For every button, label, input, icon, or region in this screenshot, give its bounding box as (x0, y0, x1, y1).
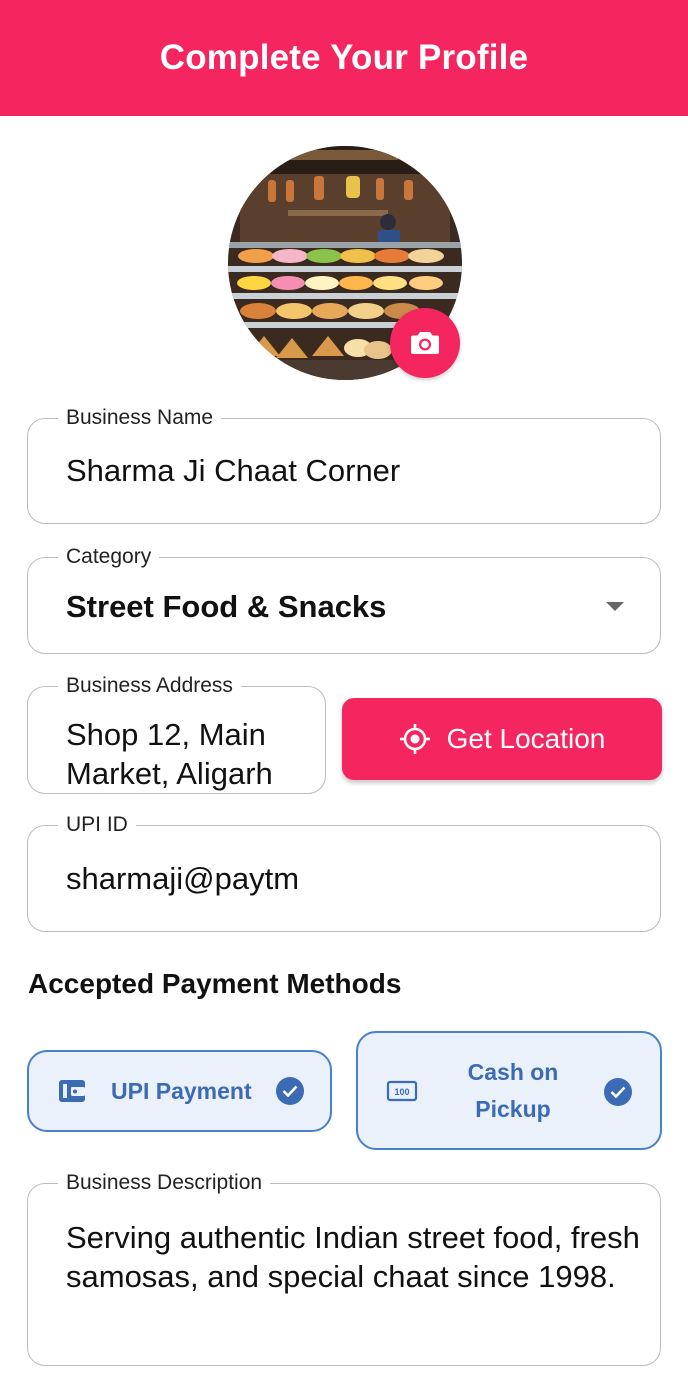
business-name-input[interactable]: Sharma Ji Chaat Corner (66, 452, 400, 490)
upi-id-label: UPI ID (58, 813, 136, 837)
cash-on-pickup-label: Cash on Pickup (467, 1058, 559, 1122)
business-address-input[interactable]: Shop 12, Main Market, Aligarh (66, 715, 326, 793)
business-description-label: Business Description (58, 1171, 271, 1195)
wallet-icon (59, 1080, 85, 1102)
category-label: Category (58, 545, 160, 569)
check-circle-icon (604, 1078, 632, 1106)
business-address-field[interactable]: Business Address Shop 12, Main Market, A… (27, 674, 326, 794)
get-location-button[interactable]: Get Location (342, 698, 662, 780)
camera-icon (411, 332, 439, 354)
business-address-label: Business Address (58, 674, 241, 698)
business-description-input[interactable]: Serving authentic Indian street food, fr… (66, 1218, 646, 1296)
chevron-down-icon[interactable] (606, 602, 624, 611)
upi-id-input[interactable]: sharmaji@paytm (66, 860, 299, 898)
category-select[interactable]: Category Street Food & Snacks (27, 545, 661, 654)
category-value[interactable]: Street Food & Snacks (66, 588, 386, 626)
change-photo-button[interactable] (390, 308, 460, 378)
get-location-label: Get Location (446, 723, 606, 754)
page-title: Complete Your Profile (159, 38, 529, 77)
business-description-field[interactable]: Business Description Serving authentic I… (27, 1171, 661, 1366)
cash-on-pickup-option[interactable]: 100 Cash on Pickup (356, 1031, 662, 1150)
upi-payment-option[interactable]: UPI Payment (27, 1050, 332, 1132)
business-name-label: Business Name (58, 406, 222, 430)
payment-methods-title: Accepted Payment Methods (28, 968, 402, 999)
cash-note-icon: 100 (386, 1080, 418, 1101)
upi-payment-label: UPI Payment (111, 1077, 252, 1104)
check-circle-icon (276, 1077, 304, 1105)
svg-text:100: 100 (394, 1087, 409, 1097)
business-name-field[interactable]: Business Name Sharma Ji Chaat Corner (27, 406, 661, 524)
gps-target-icon (399, 724, 430, 754)
upi-id-field[interactable]: UPI ID sharmaji@paytm (27, 813, 661, 932)
app-header: Complete Your Profile (0, 0, 688, 116)
profile-photo[interactable] (228, 146, 462, 380)
